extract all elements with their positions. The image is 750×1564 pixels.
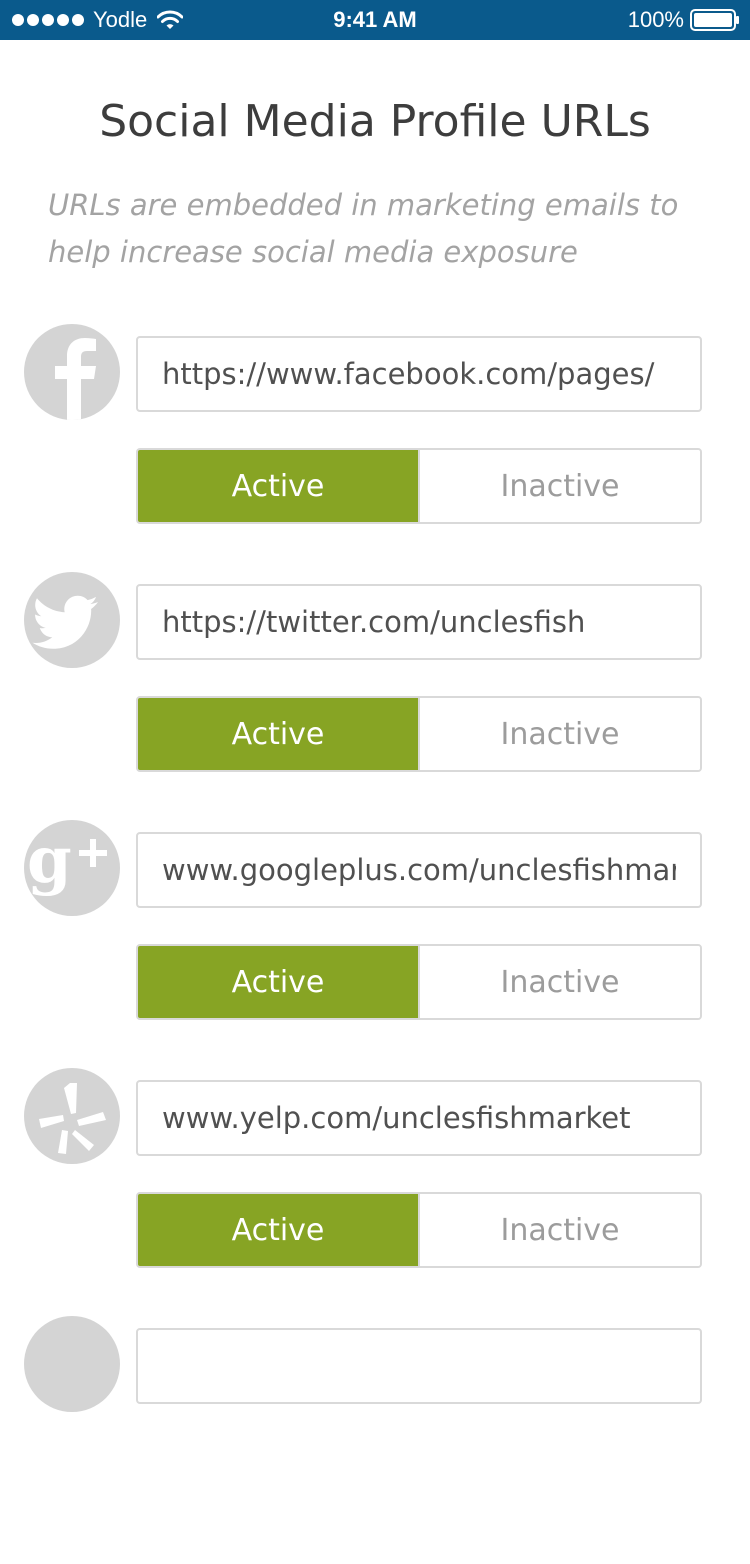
google-plus-active-button[interactable]: Active [138, 946, 418, 1018]
google-plus-url-input[interactable] [162, 834, 676, 906]
facebook-status-toggle[interactable]: Active Inactive [136, 448, 702, 524]
twitter-url-input[interactable] [162, 586, 676, 658]
twitter-inactive-button[interactable]: Inactive [418, 698, 700, 770]
google-plus-inactive-button[interactable]: Inactive [418, 946, 700, 1018]
page-title: Social Media Profile URLs [99, 96, 651, 147]
facebook-icon [24, 324, 120, 420]
profile-twitter: Active Inactive [0, 572, 750, 820]
twitter-icon [24, 572, 120, 668]
yelp-url-input[interactable] [162, 1082, 676, 1154]
profile-yelp: Active Inactive [0, 1068, 750, 1316]
battery-icon [690, 9, 739, 31]
status-right: 100% [628, 0, 740, 40]
subtitle-line-2: help increase social media exposure [48, 235, 578, 269]
yelp-inactive-button[interactable]: Inactive [418, 1194, 700, 1266]
google-plus-icon: g [24, 820, 120, 916]
profile-facebook: Active Inactive [0, 324, 750, 572]
twitter-active-button[interactable]: Active [138, 698, 418, 770]
yelp-active-button[interactable]: Active [138, 1194, 418, 1266]
facebook-active-button[interactable]: Active [138, 450, 418, 522]
svg-text:g: g [27, 823, 72, 898]
profile-google-plus: g Active Inactive [0, 820, 750, 1068]
page-subtitle: URLs are embedded in marketing emails to… [48, 182, 708, 276]
google-plus-status-toggle[interactable]: Active Inactive [136, 944, 702, 1020]
twitter-status-toggle[interactable]: Active Inactive [136, 696, 702, 772]
facebook-url-input[interactable] [162, 338, 676, 410]
google-plus-url-field[interactable] [136, 832, 702, 908]
battery-percentage: 100% [627, 7, 684, 32]
facebook-url-field[interactable] [136, 336, 702, 412]
yelp-icon [24, 1068, 120, 1164]
profile-partial [0, 1316, 750, 1564]
yelp-status-toggle[interactable]: Active Inactive [136, 1192, 702, 1268]
status-bar: Yodle 9:41 AM 100% [0, 0, 750, 40]
partial-url-field[interactable] [136, 1328, 702, 1404]
twitter-url-field[interactable] [136, 584, 702, 660]
social-icon [24, 1316, 120, 1412]
facebook-inactive-button[interactable]: Inactive [418, 450, 700, 522]
subtitle-line-1: URLs are embedded in marketing emails to [48, 188, 679, 222]
yelp-url-field[interactable] [136, 1080, 702, 1156]
